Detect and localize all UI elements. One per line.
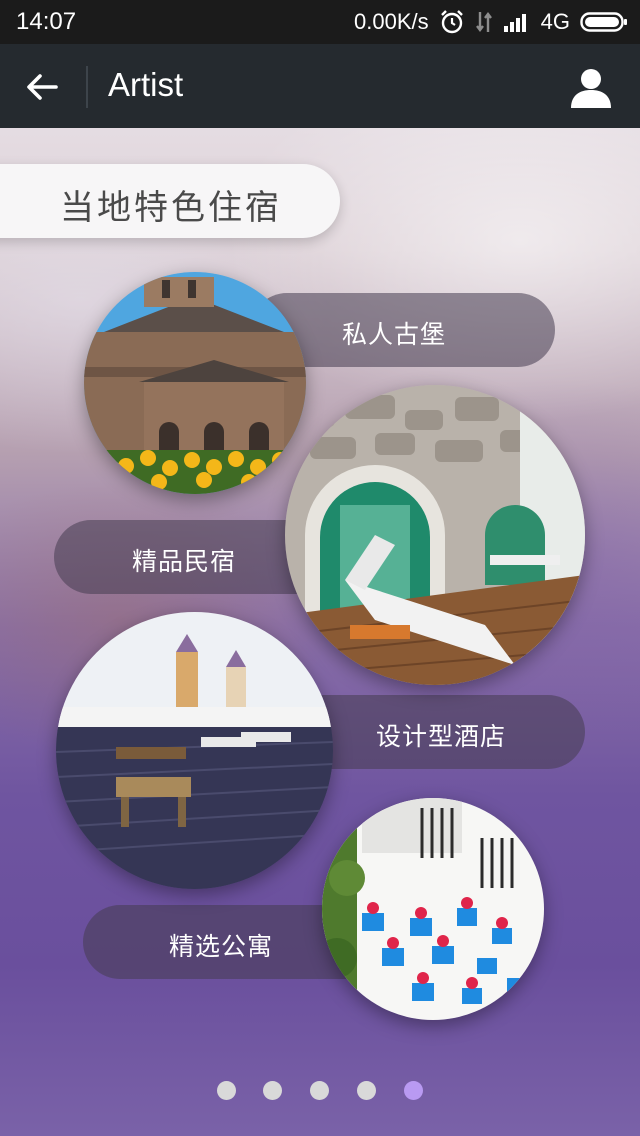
status-bar: 14:07 0.00K/s 4G (0, 0, 640, 44)
page-title: Artist (108, 66, 184, 103)
user-icon[interactable] (568, 64, 614, 110)
category-label: 精品民宿 (132, 547, 237, 576)
signal-icon (503, 14, 526, 32)
page-dot-3[interactable] (310, 1081, 329, 1100)
page-indicator (0, 1081, 640, 1101)
app-bar-divider (86, 66, 88, 108)
app-bar: Artist (0, 44, 640, 128)
page-dot-2[interactable] (263, 1081, 282, 1100)
status-time: 14:07 (16, 8, 77, 35)
arrow-left-icon[interactable] (18, 62, 68, 112)
page-dot-1[interactable] (217, 1081, 236, 1100)
network-type: 4G (540, 9, 570, 34)
category-label: 精选公寓 (169, 932, 274, 961)
data-transfer-icon (475, 12, 492, 32)
alarm-icon (440, 10, 463, 34)
section-title: 当地特色住宿 (60, 188, 282, 228)
category-label: 私人古堡 (342, 320, 447, 349)
section-title-card: 当地特色住宿 (0, 164, 340, 238)
page-dot-4[interactable] (357, 1081, 376, 1100)
network-speed: 0.00K/s (354, 9, 429, 34)
castle-photo[interactable] (84, 272, 306, 494)
flower-pot-wall-photo[interactable] (322, 798, 544, 1020)
rooftop-terrace-photo[interactable] (56, 612, 333, 889)
battery-icon (580, 12, 627, 32)
stone-guesthouse-photo[interactable] (285, 385, 585, 685)
category-label: 设计型酒店 (376, 722, 507, 751)
page-dot-5-active[interactable] (404, 1081, 423, 1100)
